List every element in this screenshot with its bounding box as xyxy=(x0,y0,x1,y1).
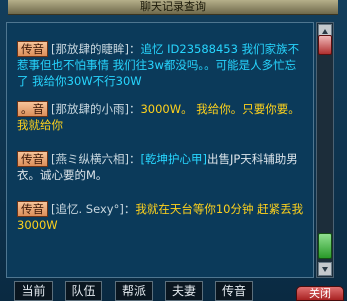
close-button[interactable]: 关闭 xyxy=(296,286,344,301)
chat-history-window: 聊天记录查询 传音 [那放肆的睫眸]：追忆 ID23588453 我们家族不惹事但… xyxy=(0,0,347,301)
message-sender[interactable]: [燕ミ纵横六相]： xyxy=(51,152,140,166)
tab-team[interactable]: 队伍 xyxy=(65,281,102,301)
message-sender[interactable]: [那放肆的睫眸]： xyxy=(51,42,140,56)
tab-spouse[interactable]: 夫妻 xyxy=(165,281,203,301)
channel-tag: 。音 xyxy=(17,101,48,117)
chat-message: 传音 [追忆. Sexy°]：我就在天台等你10分钟 赶紧丢我3000W xyxy=(17,201,307,233)
scrollbar-thumb[interactable] xyxy=(318,233,332,259)
item-link[interactable]: [乾坤护心甲] xyxy=(140,152,206,166)
chat-message: 传音 [燕ミ纵横六相]：[乾坤护心甲]出售JP天科辅助男衣。诚心要的M。 xyxy=(17,151,307,183)
window-title: 聊天记录查询 xyxy=(8,0,338,15)
channel-tabs: 当前 队伍 帮派 夫妻 传音 xyxy=(0,281,347,301)
channel-tag: 传音 xyxy=(17,151,48,167)
channel-tag: 传音 xyxy=(17,201,48,217)
message-sender[interactable]: [追忆. Sexy°]： xyxy=(51,202,135,216)
scrollbar[interactable] xyxy=(316,22,334,278)
chat-message: 传音 [那放肆的睫眸]：追忆 ID23588453 我们家族不惹事但也不怕事情 我… xyxy=(17,41,307,89)
channel-tag: 传音 xyxy=(17,41,48,57)
scroll-marker-top-icon xyxy=(318,35,332,55)
scroll-down-arrow-icon[interactable] xyxy=(318,262,332,276)
message-sender[interactable]: [那放肆的小雨]： xyxy=(51,102,140,116)
tab-whisper[interactable]: 传音 xyxy=(215,281,253,301)
chat-log: 传音 [那放肆的睫眸]：追忆 ID23588453 我们家族不惹事但也不怕事情 我… xyxy=(6,22,314,278)
tab-guild[interactable]: 帮派 xyxy=(115,281,153,301)
tab-current[interactable]: 当前 xyxy=(14,281,53,301)
chat-message: 。音 [那放肆的小雨]：3000W。 我给你。只要你要。我就给你 xyxy=(17,101,307,133)
